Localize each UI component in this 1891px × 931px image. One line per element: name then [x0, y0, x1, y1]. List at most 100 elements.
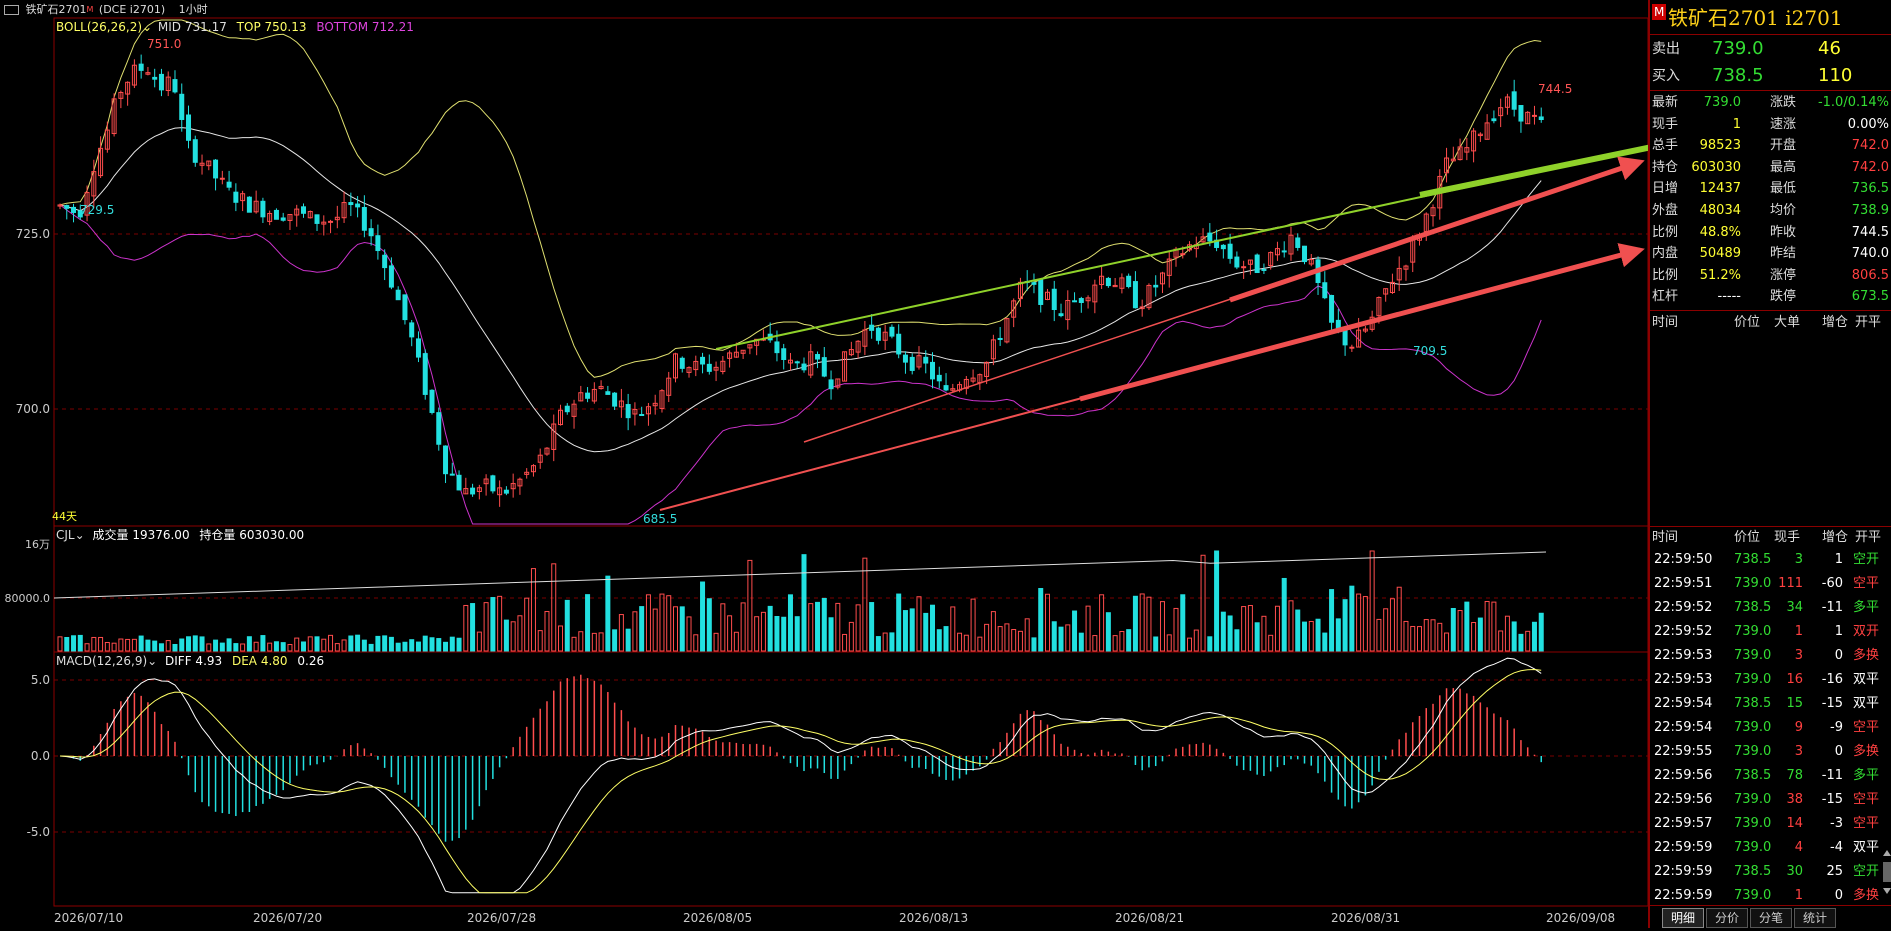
stat-label: 外盘 — [1652, 203, 1679, 218]
volume-bar — [1396, 586, 1402, 652]
volume-bar — [1457, 610, 1463, 652]
tick-row[interactable]: 22:59:53 739.0 16 -16 双平 — [1650, 668, 1891, 692]
ask-row[interactable]: 卖出 739.0 46 — [1650, 36, 1891, 62]
volume-bar — [1247, 605, 1253, 652]
candle-body — [1491, 118, 1497, 122]
volume-bar — [1308, 620, 1314, 652]
column-header: 价位 — [1734, 530, 1761, 545]
quote-title: 铁矿石2701 i2701 — [1668, 6, 1843, 30]
volume-bar — [260, 635, 266, 652]
tick-oi-change: 25 — [1826, 864, 1843, 879]
volume-bar — [1044, 593, 1050, 652]
tick-price: 739.0 — [1734, 792, 1772, 807]
volume-bar — [517, 615, 523, 652]
tick-time: 22:59:51 — [1654, 576, 1713, 591]
volume-bar — [1254, 622, 1260, 652]
tick-volume: 38 — [1786, 792, 1803, 807]
volume-bar — [1369, 550, 1375, 652]
candle-body — [1349, 346, 1355, 349]
tab-trades[interactable]: 分笔 — [1750, 908, 1792, 928]
tick-row[interactable]: 22:59:57 739.0 14 -3 空平 — [1650, 812, 1891, 836]
chevron-down-icon[interactable]: ⌄ — [75, 528, 85, 542]
candle-body — [869, 324, 875, 331]
candle-body — [368, 228, 374, 237]
stat-row: 最新 739.0 涨跌 -1.0/0.14% — [1650, 92, 1891, 114]
scroll-arrow-icon[interactable] — [1882, 848, 1891, 904]
volume-bar — [896, 593, 902, 652]
volume-bar — [1214, 550, 1220, 652]
candle-body — [1511, 91, 1517, 110]
candle-body — [774, 341, 780, 354]
column-header: 开平 — [1855, 315, 1882, 330]
volume-bar — [1193, 629, 1199, 652]
tick-time: 22:59:56 — [1654, 792, 1713, 807]
window-icon[interactable] — [4, 5, 19, 15]
volume-bar — [828, 617, 834, 652]
volume-bar — [409, 639, 415, 652]
volume-bar — [226, 638, 232, 652]
volume-bar — [632, 611, 638, 652]
tick-row[interactable]: 22:59:55 739.0 3 0 多换 — [1650, 740, 1891, 764]
candle-body — [889, 326, 895, 337]
candle-body — [328, 220, 334, 223]
tick-headers: 时间 价位 现手 增仓 开平 — [1650, 527, 1891, 549]
kline-chart-svg[interactable]: 725.0 700.0 16万 80000.0 5.0 0.0 -5.0 751… — [0, 0, 1682, 928]
candle-body — [172, 79, 178, 93]
volume-bar — [720, 603, 726, 652]
tick-row[interactable]: 22:59:56 738.5 78 -11 多平 — [1650, 764, 1891, 788]
volume-bar — [131, 638, 137, 652]
macd-label[interactable]: MACD(12,26,9) — [56, 654, 147, 668]
volume-bar — [1531, 621, 1537, 652]
tick-volume: 15 — [1786, 696, 1803, 711]
candle-body — [64, 205, 70, 209]
stat-label: 昨收 — [1770, 224, 1797, 240]
stat-value: 673.5 — [1851, 289, 1889, 305]
tick-row[interactable]: 22:59:53 739.0 3 0 多换 — [1650, 644, 1891, 668]
candle-body — [902, 354, 908, 363]
candle-body — [226, 181, 232, 188]
volume-bar — [1092, 635, 1098, 652]
chevron-down-icon[interactable]: ⌄ — [142, 20, 152, 34]
volume-bar — [1173, 607, 1179, 652]
mark-low-685: 685.5 — [643, 512, 677, 526]
volume-bar — [395, 642, 401, 652]
volume-bar — [402, 641, 408, 652]
x-axis-label: 2026/08/05 — [683, 911, 752, 925]
volume-bar — [280, 642, 286, 652]
candle-body — [402, 294, 408, 321]
volume-bar — [186, 636, 192, 652]
tab-price[interactable]: 分价 — [1706, 908, 1748, 928]
tick-row[interactable]: 22:59:54 738.5 15 -15 双平 — [1650, 692, 1891, 716]
tick-row[interactable]: 22:59:59 739.0 4 -4 双平 — [1650, 836, 1891, 860]
tick-row[interactable]: 22:59:51 739.0 111 -60 空平 — [1650, 572, 1891, 596]
tick-row[interactable]: 22:59:52 739.0 1 1 双开 — [1650, 620, 1891, 644]
bid-row[interactable]: 买入 738.5 110 — [1650, 63, 1891, 89]
tick-row[interactable]: 22:59:52 738.5 34 -11 多平 — [1650, 596, 1891, 620]
chart-area[interactable]: 725.0 700.0 16万 80000.0 5.0 0.0 -5.0 751… — [0, 0, 1682, 928]
tick-row[interactable]: 22:59:54 739.0 9 -9 空平 — [1650, 716, 1891, 740]
volume-bar — [158, 643, 164, 652]
volume-bar — [287, 644, 293, 652]
cjl-label[interactable]: CJL — [56, 528, 75, 542]
volume-bar — [943, 626, 949, 652]
volume-bar — [1356, 593, 1362, 652]
stat-value: 742.0 — [1851, 159, 1889, 175]
tick-row[interactable]: 22:59:59 738.5 30 25 空开 — [1650, 860, 1891, 884]
tick-row[interactable]: 22:59:56 739.0 38 -15 空平 — [1650, 788, 1891, 812]
tick-row[interactable]: 22:59:50 738.5 3 1 空开 — [1650, 548, 1891, 572]
chevron-down-icon[interactable]: ⌄ — [147, 654, 157, 668]
volume-bar — [815, 601, 821, 652]
volume-bar — [1200, 554, 1206, 652]
tick-price: 738.5 — [1734, 864, 1772, 879]
candle-body — [179, 93, 185, 120]
tab-detail[interactable]: 明细 — [1662, 908, 1704, 928]
volume-bar — [713, 632, 719, 652]
candle-body — [821, 357, 827, 377]
tick-oi-change: -4 — [1830, 840, 1843, 855]
period-selector[interactable]: 1小时 — [179, 3, 208, 16]
volume-bar — [267, 642, 273, 652]
boll-label[interactable]: BOLL(26,26,2) — [56, 20, 142, 34]
stat-value: 806.5 — [1851, 267, 1889, 283]
tab-stats[interactable]: 统计 — [1794, 908, 1836, 928]
stat-row: 比例 51.2% 涨停 806.5 — [1650, 265, 1891, 287]
